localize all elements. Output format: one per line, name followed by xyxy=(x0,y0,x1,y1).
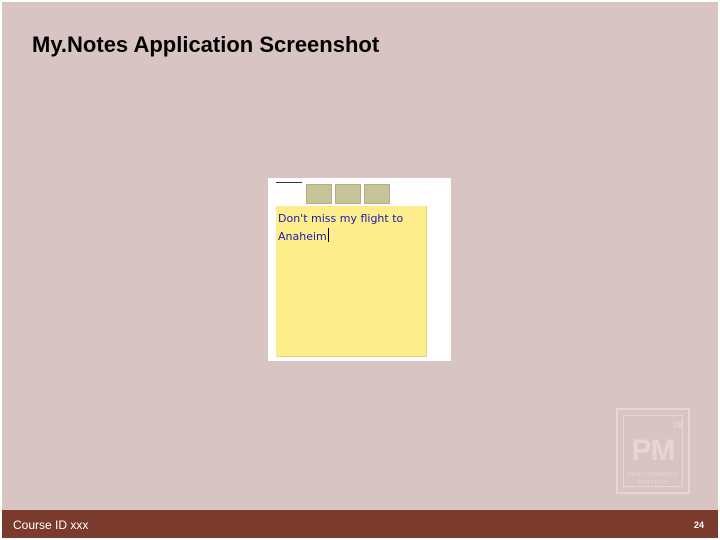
pm-logo-icon: 08 PM PERFORMANCE MATTERS xyxy=(616,408,690,494)
logo-number: 08 xyxy=(672,420,683,430)
logo-tagline-2: MATTERS xyxy=(637,480,669,486)
note-tab-3[interactable] xyxy=(364,184,390,204)
note-tab-1[interactable] xyxy=(306,184,332,204)
sticky-note[interactable]: Don't miss my flight to Anaheim xyxy=(276,206,427,357)
slide-title: My.Notes Application Screenshot xyxy=(32,32,380,57)
note-text-area[interactable]: Don't miss my flight to Anaheim xyxy=(278,210,420,246)
logo-mark: PM xyxy=(631,434,676,467)
note-text: Don't miss my flight to Anaheim xyxy=(278,212,404,243)
toolbar-line xyxy=(276,182,302,183)
page-number: 24 xyxy=(693,520,704,530)
text-caret xyxy=(327,228,329,242)
note-tab-2[interactable] xyxy=(335,184,361,204)
app-screenshot: Don't miss my flight to Anaheim xyxy=(268,178,451,361)
course-id: Course ID xxx xyxy=(13,518,89,532)
logo-tagline-1: PERFORMANCE xyxy=(628,472,678,478)
footer-bar: Course ID xxx 24 xyxy=(2,510,718,538)
slide: My.Notes Application Screenshot Don't mi… xyxy=(2,2,718,538)
